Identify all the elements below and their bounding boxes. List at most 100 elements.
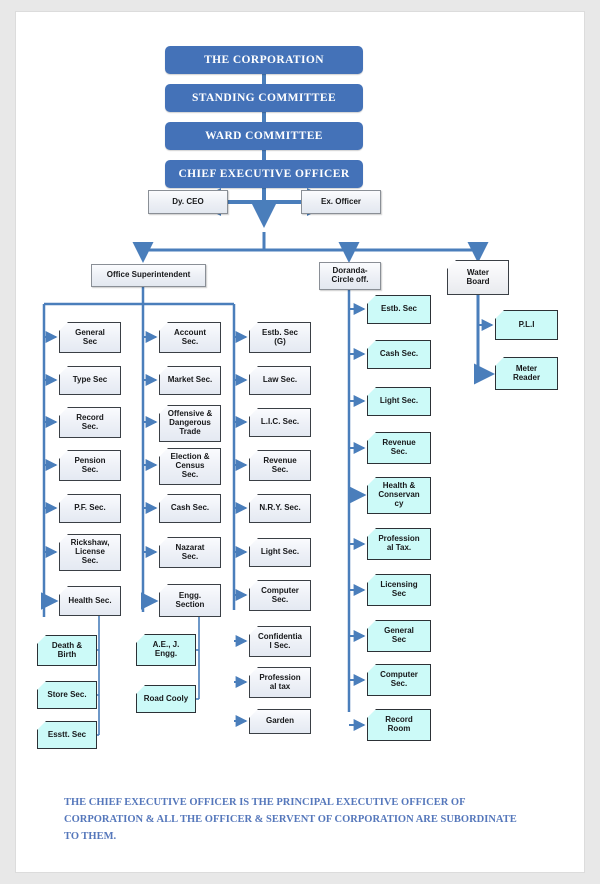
node-health-sec[interactable]: Health Sec.: [59, 586, 121, 616]
node-label: Cash Sec.: [379, 349, 419, 359]
node-label: Revenue Sec.: [263, 455, 297, 474]
node-label: Death & Birth: [51, 640, 83, 659]
node-label: Computer Sec.: [380, 670, 418, 688]
node-office-superintendent[interactable]: Office Superintendent: [91, 264, 206, 287]
node-nazarat-sec[interactable]: Nazarat Sec.: [159, 537, 221, 568]
node-label: Nazarat Sec.: [175, 542, 205, 561]
node-pli[interactable]: P.L.I: [495, 310, 558, 340]
node-label: WARD COMMITTEE: [205, 129, 323, 142]
node-label: Ex. Officer: [320, 196, 361, 206]
node-label: Light Sec.: [260, 547, 300, 557]
node-label: Rickshaw, License Sec.: [70, 538, 110, 565]
node-doranda-health-conservancy[interactable]: Health & Conservan cy: [367, 477, 431, 514]
node-label: Offensive & Dangerous Trade: [167, 409, 213, 436]
node-doranda-record-room[interactable]: Record Room: [367, 709, 431, 741]
node-label: Estb. Sec (G): [261, 327, 298, 346]
node-chief-executive-officer[interactable]: CHIEF EXECUTIVE OFFICER: [165, 160, 363, 188]
node-account-sec[interactable]: Account Sec.: [159, 322, 221, 353]
node-law-sec[interactable]: Law Sec.: [249, 366, 311, 395]
node-label: Profession al Tax.: [378, 534, 420, 552]
node-label: Law Sec.: [262, 375, 298, 385]
footer-note: THE CHIEF EXECUTIVE OFFICER IS THE PRINC…: [64, 797, 517, 842]
node-meter-reader[interactable]: Meter Reader: [495, 357, 558, 390]
node-label: Health & Conservan cy: [378, 481, 420, 508]
node-revenue-sec[interactable]: Revenue Sec.: [249, 450, 311, 481]
node-label: Meter Reader: [512, 363, 541, 382]
node-label: Doranda- Circle off.: [331, 266, 369, 284]
node-label: Pension Sec.: [74, 455, 106, 474]
node-label: N.R.Y. Sec.: [259, 503, 301, 513]
node-garden[interactable]: Garden: [249, 709, 311, 734]
node-label: STANDING COMMITTEE: [191, 91, 337, 104]
node-label: Cash Sec.: [170, 503, 210, 513]
node-ex-officer[interactable]: Ex. Officer: [301, 190, 381, 214]
node-light-sec[interactable]: Light Sec.: [249, 538, 311, 567]
node-doranda-licensing-sec[interactable]: Licensing Sec: [367, 574, 431, 606]
node-doranda-professional-tax[interactable]: Profession al Tax.: [367, 528, 431, 560]
node-death-birth[interactable]: Death & Birth: [37, 635, 97, 666]
node-label: Computer Sec.: [261, 585, 299, 604]
node-label: Dy. CEO: [172, 196, 204, 206]
node-doranda-circle-off[interactable]: Doranda- Circle off.: [319, 262, 381, 290]
node-engg-section[interactable]: Engg. Section: [159, 584, 221, 617]
node-dy-ceo[interactable]: Dy. CEO: [148, 190, 228, 214]
node-general-sec[interactable]: General Sec: [59, 322, 121, 353]
node-label: Record Sec.: [76, 412, 104, 431]
node-label: THE CORPORATION: [204, 53, 324, 66]
node-label: Garden: [265, 716, 294, 726]
org-chart-canvas: THE CORPORATION STANDING COMMITTEE WARD …: [16, 12, 584, 872]
org-chart-page: THE CORPORATION STANDING COMMITTEE WARD …: [15, 11, 585, 873]
node-label: A.E., J. Engg.: [152, 640, 180, 658]
node-lic-sec[interactable]: L.I.C. Sec.: [249, 408, 311, 437]
node-label: Confidentia l Sec.: [258, 631, 302, 650]
node-label: Licensing Sec: [380, 580, 418, 598]
node-standing-committee[interactable]: STANDING COMMITTEE: [165, 84, 363, 112]
node-nry-sec[interactable]: N.R.Y. Sec.: [249, 494, 311, 523]
node-label: P.L.I: [518, 319, 535, 329]
node-label: Water Board: [466, 267, 490, 286]
node-label: General Sec: [384, 626, 414, 644]
node-label: Record Room: [385, 715, 413, 733]
node-label: Light Sec.: [379, 396, 419, 406]
node-type-sec[interactable]: Type Sec: [59, 366, 121, 395]
node-computer-sec[interactable]: Computer Sec.: [249, 580, 311, 611]
node-doranda-general-sec[interactable]: General Sec: [367, 620, 431, 652]
node-label: Office Superintendent: [106, 270, 191, 280]
node-confidential-sec[interactable]: Confidentia l Sec.: [249, 626, 311, 657]
node-ae-j-engg[interactable]: A.E., J. Engg.: [136, 634, 196, 666]
node-corporation[interactable]: THE CORPORATION: [165, 46, 363, 74]
node-label: Store Sec.: [47, 689, 87, 699]
node-label: Esstt. Sec: [47, 729, 87, 739]
node-record-sec[interactable]: Record Sec.: [59, 407, 121, 438]
node-rickshaw-license-sec[interactable]: Rickshaw, License Sec.: [59, 534, 121, 571]
node-offensive-dangerous-trade[interactable]: Offensive & Dangerous Trade: [159, 405, 221, 442]
node-water-board[interactable]: Water Board: [447, 260, 509, 295]
node-pension-sec[interactable]: Pension Sec.: [59, 450, 121, 481]
node-label: P.F. Sec.: [74, 503, 106, 513]
node-store-sec[interactable]: Store Sec.: [37, 681, 97, 709]
node-label: Profession al tax: [259, 672, 301, 691]
node-ward-committee[interactable]: WARD COMMITTEE: [165, 122, 363, 150]
node-doranda-light-sec[interactable]: Light Sec.: [367, 387, 431, 416]
node-label: CHIEF EXECUTIVE OFFICER: [178, 167, 350, 180]
node-professional-tax[interactable]: Profession al tax: [249, 667, 311, 698]
node-pf-sec[interactable]: P.F. Sec.: [59, 494, 121, 523]
node-market-sec[interactable]: Market Sec.: [159, 366, 221, 395]
node-label: Account Sec.: [174, 327, 206, 346]
node-label: Type Sec: [72, 375, 108, 385]
node-road-cooly[interactable]: Road Cooly: [136, 685, 196, 713]
node-estb-sec-g[interactable]: Estb. Sec (G): [249, 322, 311, 353]
node-doranda-cash-sec[interactable]: Cash Sec.: [367, 340, 431, 369]
node-label: Engg. Section: [175, 590, 205, 609]
node-doranda-revenue-sec[interactable]: Revenue Sec.: [367, 432, 431, 464]
node-label: General Sec: [75, 327, 105, 346]
node-election-census-sec[interactable]: Election & Census Sec.: [159, 448, 221, 485]
node-label: Road Cooly: [143, 693, 189, 703]
node-label: Revenue Sec.: [382, 438, 416, 456]
node-label: L.I.C. Sec.: [260, 417, 300, 427]
node-doranda-estb-sec[interactable]: Estb. Sec: [367, 295, 431, 324]
node-doranda-computer-sec[interactable]: Computer Sec.: [367, 664, 431, 696]
node-cash-sec[interactable]: Cash Sec.: [159, 494, 221, 523]
node-esstt-sec[interactable]: Esstt. Sec: [37, 721, 97, 749]
node-label: Health Sec.: [68, 595, 112, 605]
